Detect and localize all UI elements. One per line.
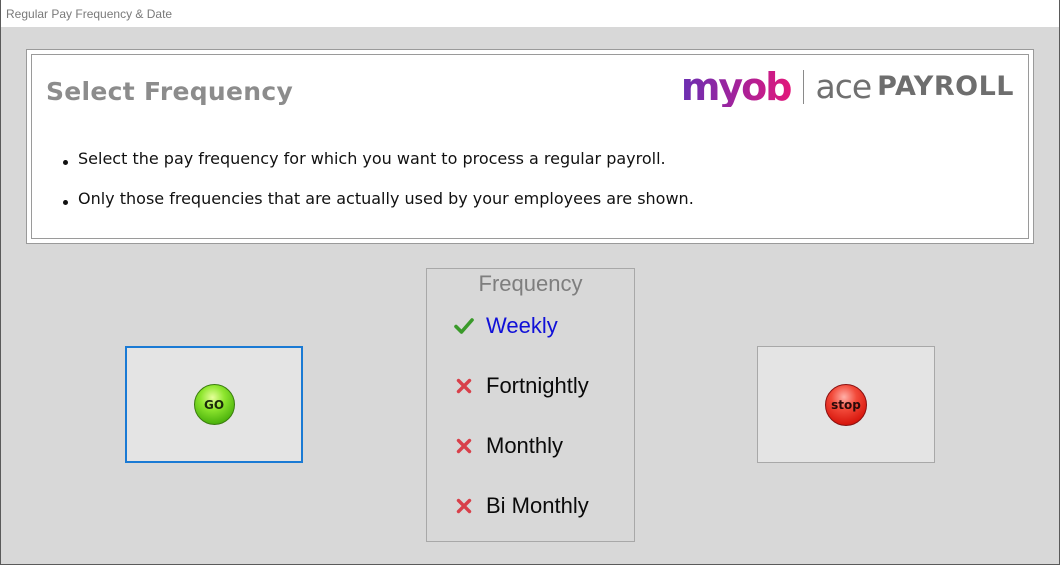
cross-icon [454, 496, 474, 516]
check-icon [454, 316, 474, 336]
go-icon: GO [193, 384, 235, 425]
frequency-label: Fortnightly [486, 373, 589, 398]
page-title: Select Frequency [46, 77, 294, 106]
window-title: Regular Pay Frequency & Date [1, 0, 1059, 27]
instruction-item: Select the pay frequency for which you w… [56, 147, 694, 187]
frequency-option-bi-monthly[interactable]: Bi Monthly [454, 491, 589, 521]
frequency-label: Weekly [486, 313, 558, 338]
logo-divider [802, 70, 804, 104]
cross-icon [454, 376, 474, 396]
instruction-text: Only those frequencies that are actually… [78, 189, 694, 208]
bullet-dot-icon [63, 160, 68, 165]
header-inner: Select Frequency myob ace PAYROLL Select… [31, 54, 1029, 239]
frequency-option-weekly[interactable]: Weekly [454, 311, 558, 341]
frequency-option-monthly[interactable]: Monthly [454, 431, 563, 461]
stop-icon: stop [825, 383, 867, 426]
frequency-option-fortnightly[interactable]: Fortnightly [454, 371, 589, 401]
logo-product-suffix: PAYROLL [877, 71, 1014, 102]
frequency-panel: Frequency Weekly Fortnightly Monthly Bi … [426, 268, 635, 542]
instruction-text: Select the pay frequency for which you w… [78, 149, 666, 168]
logo-brand: myob [680, 65, 793, 109]
myob-ace-payroll-logo: myob ace PAYROLL [681, 67, 1014, 107]
frequency-label: Monthly [486, 433, 564, 458]
stop-button[interactable]: stop [757, 346, 935, 463]
bullet-dot-icon [63, 200, 68, 205]
instruction-item: Only those frequencies that are actually… [56, 187, 694, 227]
frequency-label: Bi Monthly [486, 493, 589, 518]
app-window: Regular Pay Frequency & Date Select Freq… [0, 0, 1060, 565]
go-label: GO [203, 397, 225, 412]
stop-label: stop [831, 397, 861, 412]
instruction-list: Select the pay frequency for which you w… [56, 147, 694, 227]
logo-product-prefix: ace [815, 67, 873, 106]
header-panel: Select Frequency myob ace PAYROLL Select… [26, 49, 1034, 244]
go-button[interactable]: GO [125, 346, 303, 463]
cross-icon [454, 436, 474, 456]
frequency-title: Frequency [478, 271, 583, 296]
